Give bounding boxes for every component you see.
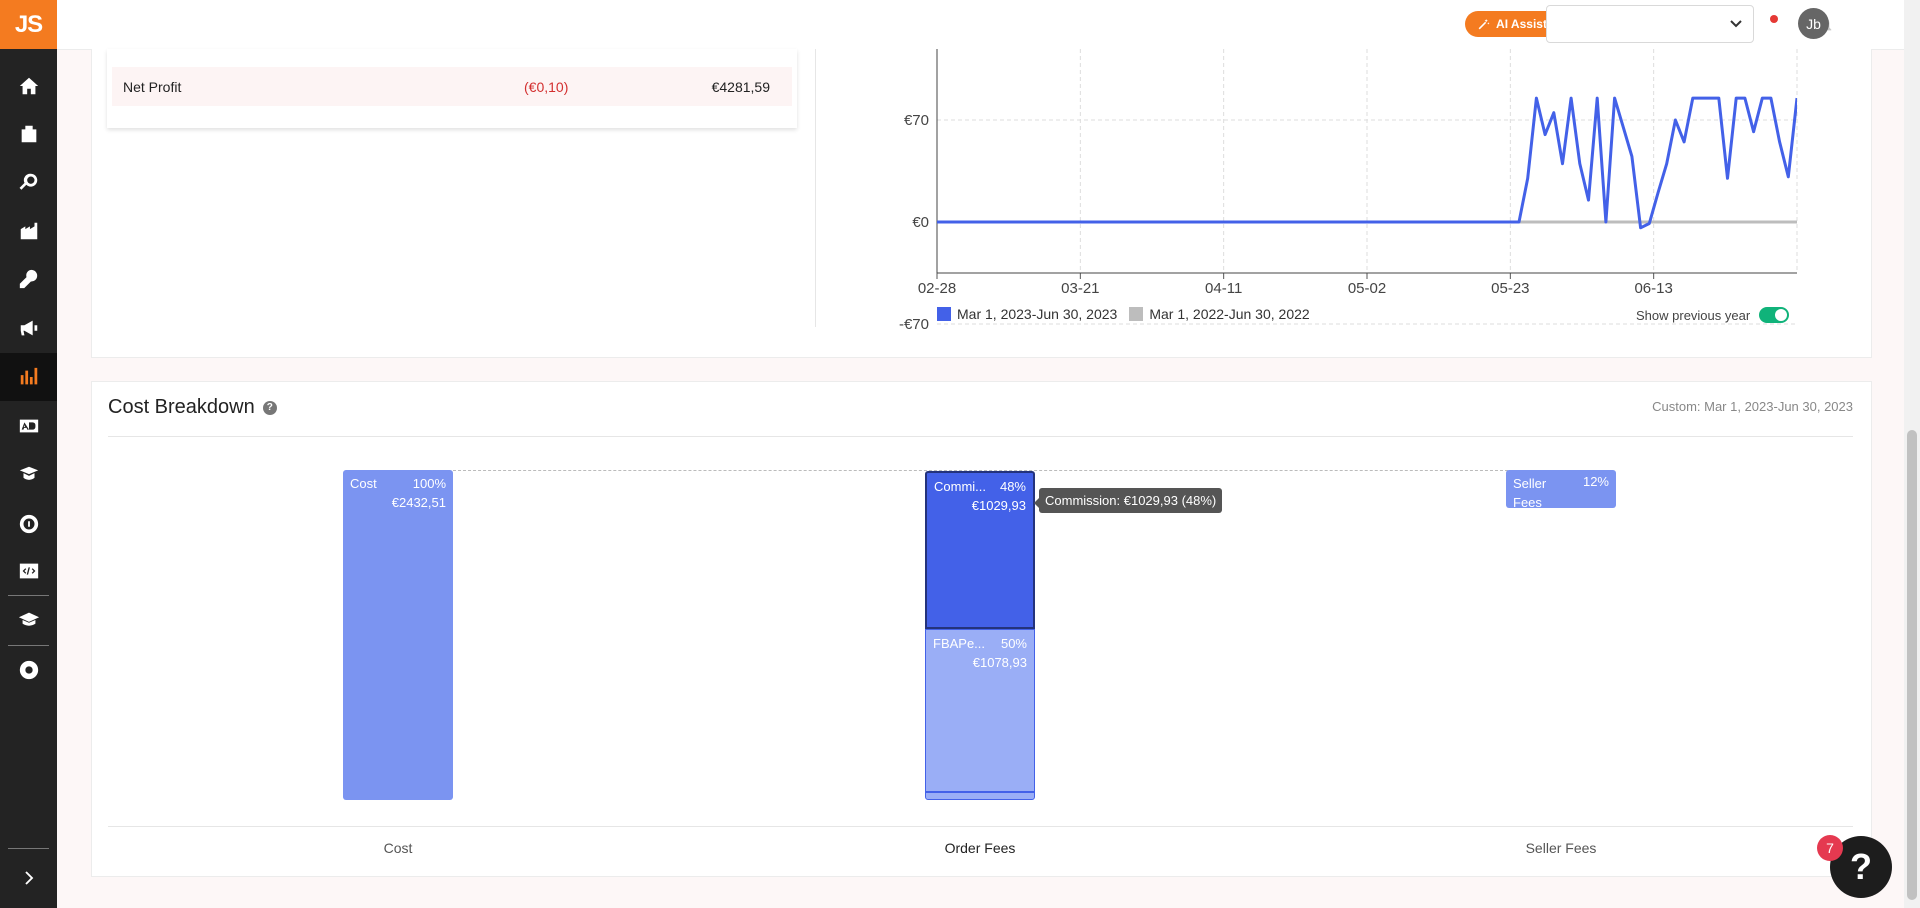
chevron-right-icon [24, 871, 33, 885]
commission-bar[interactable]: Commi... 48% €1029,93 [925, 471, 1035, 629]
panel-divider [815, 49, 816, 327]
cost-bar-label: Cost [350, 476, 377, 491]
show-previous-year-toggle[interactable] [1759, 307, 1790, 323]
sidebar: JS [0, 0, 57, 908]
category-label-cost: Cost [383, 840, 413, 856]
show-previous-year-control: Show previous year [1636, 307, 1790, 323]
products-icon[interactable] [0, 110, 57, 158]
legend-item-current[interactable]: Mar 1, 2023-Jun 30, 2023 [937, 306, 1117, 322]
fba-bar-residual-segment [926, 791, 1034, 793]
x-tick-label: 06-13 [1634, 280, 1672, 297]
date-range-label: Custom: Mar 1, 2023-Jun 30, 2023 [1652, 399, 1853, 414]
sidebar-expand-button[interactable] [0, 848, 57, 908]
legend-item-previous[interactable]: Mar 1, 2022-Jun 30, 2022 [1129, 306, 1310, 322]
category-label-seller-fees: Seller Fees [1525, 840, 1597, 856]
help-notification-badge: 7 [1817, 835, 1843, 861]
learning-icon[interactable] [0, 596, 57, 644]
research-icon[interactable] [0, 158, 57, 206]
page-scrollbar[interactable] [1904, 0, 1920, 908]
supplier-icon[interactable] [0, 207, 57, 255]
fba-bar-label: FBAPe... [933, 636, 986, 651]
legend-label-previous: Mar 1, 2022-Jun 30, 2022 [1149, 306, 1310, 322]
net-profit-change: (€0,10) [524, 79, 569, 95]
help-icon[interactable]: ? [262, 400, 277, 415]
app-logo[interactable]: JS [0, 0, 57, 49]
seller-fees-bar[interactable]: Seller Fees 12% [1506, 470, 1616, 510]
cost-bar[interactable]: Cost 100% €2432,51 [343, 470, 453, 800]
commission-bar-label: Commi... [934, 479, 986, 494]
commission-tooltip: Commission: €1029,93 (48%) [1033, 488, 1223, 513]
chevron-down-icon [1730, 20, 1742, 28]
commission-bar-percent: 48% [999, 479, 1026, 494]
y-tick-label: -€70 [899, 316, 929, 333]
profit-line-chart: €70 €0 -€70 02-28 03-21 04-11 05-02 05-23 06-13 [899, 49, 1798, 333]
legend-swatch-previous [1129, 307, 1144, 321]
marketing-icon[interactable] [0, 304, 57, 352]
chrome-extension-icon[interactable] [0, 646, 57, 694]
cost-bar-amount: €2432,51 [391, 495, 446, 510]
x-tick-label: 05-02 [1348, 280, 1386, 297]
tools-icon[interactable] [0, 255, 57, 303]
fba-bar-percent: 50% [1000, 636, 1027, 651]
show-previous-year-label: Show previous year [1636, 307, 1751, 323]
scrollbar-thumb[interactable] [1907, 430, 1917, 900]
net-profit-row: Net Profit (€0,10) €4281,59 [112, 67, 792, 106]
legend-swatch-current [937, 307, 951, 321]
top-bar: AI Assist Chat [57, 0, 1904, 50]
academy-icon[interactable] [0, 451, 57, 499]
notification-dot [1770, 15, 1778, 23]
x-tick-label: 02-28 [918, 280, 956, 297]
cost-bar-percent: 100% [412, 476, 446, 491]
magic-wand-icon [1478, 18, 1490, 29]
user-avatar[interactable]: Jb [1798, 8, 1829, 39]
developer-icon[interactable] [0, 547, 57, 595]
services-icon[interactable] [0, 500, 57, 548]
seller-fees-bar-label: Seller Fees [1513, 476, 1547, 510]
y-tick-label: €0 [912, 214, 929, 231]
legend-label-current: Mar 1, 2023-Jun 30, 2023 [957, 306, 1118, 322]
y-tick-label: €70 [904, 112, 929, 129]
ads-icon[interactable] [0, 402, 57, 450]
x-tick-label: 04-11 [1205, 280, 1242, 297]
net-profit-label: Net Profit [123, 79, 182, 95]
net-profit-value: €4281,59 [711, 79, 770, 95]
cost-divider [108, 436, 1853, 437]
fba-fee-bar[interactable]: FBAPe... 50% €1078,93 [925, 629, 1035, 800]
marketplace-select[interactable] [1546, 5, 1754, 43]
x-tick-label: 03-21 [1061, 280, 1099, 297]
category-label-order-fees: Order Fees [944, 840, 1016, 856]
x-tick-label: 05-23 [1491, 280, 1529, 297]
cost-breakdown-title: Cost Breakdown ? [108, 396, 277, 419]
analytics-icon[interactable] [0, 353, 57, 401]
home-icon[interactable] [0, 62, 57, 110]
commission-bar-amount: €1029,93 [971, 498, 1026, 513]
category-axis-line [108, 826, 1853, 827]
chart-legend: Mar 1, 2023-Jun 30, 2023 Mar 1, 2022-Jun… [937, 306, 1310, 322]
cost-breakdown-title-text: Cost Breakdown [108, 396, 255, 418]
seller-fees-bar-percent: 12% [1582, 474, 1609, 489]
fba-bar-amount: €1078,93 [972, 655, 1027, 670]
